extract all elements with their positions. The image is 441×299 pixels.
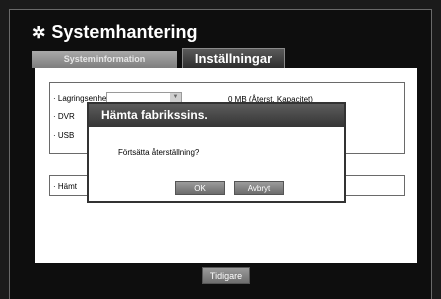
window-title: ✲ Systemhantering [32, 22, 197, 43]
chevron-down-icon: ▼ [170, 93, 181, 102]
factory-label: · Hämt [53, 182, 77, 191]
usb-label: · USB [53, 131, 75, 140]
dialog-title: Hämta fabrikssins. [89, 104, 344, 127]
dialog-message: Förtsätta återställning? [118, 148, 200, 157]
tab-systeminformation[interactable]: Systeminformation [32, 51, 177, 68]
back-button[interactable]: Tidigare [202, 267, 250, 284]
ok-button[interactable]: OK [175, 181, 225, 195]
factory-reset-dialog: Hämta fabrikssins. Förtsätta återställni… [87, 102, 346, 203]
dvr-label: · DVR [53, 112, 75, 121]
tab-installningar[interactable]: Inställningar [182, 48, 285, 68]
window-title-text: Systemhantering [51, 22, 198, 42]
gear-icon: ✲ [32, 24, 46, 42]
cancel-button[interactable]: Avbryt [234, 181, 284, 195]
